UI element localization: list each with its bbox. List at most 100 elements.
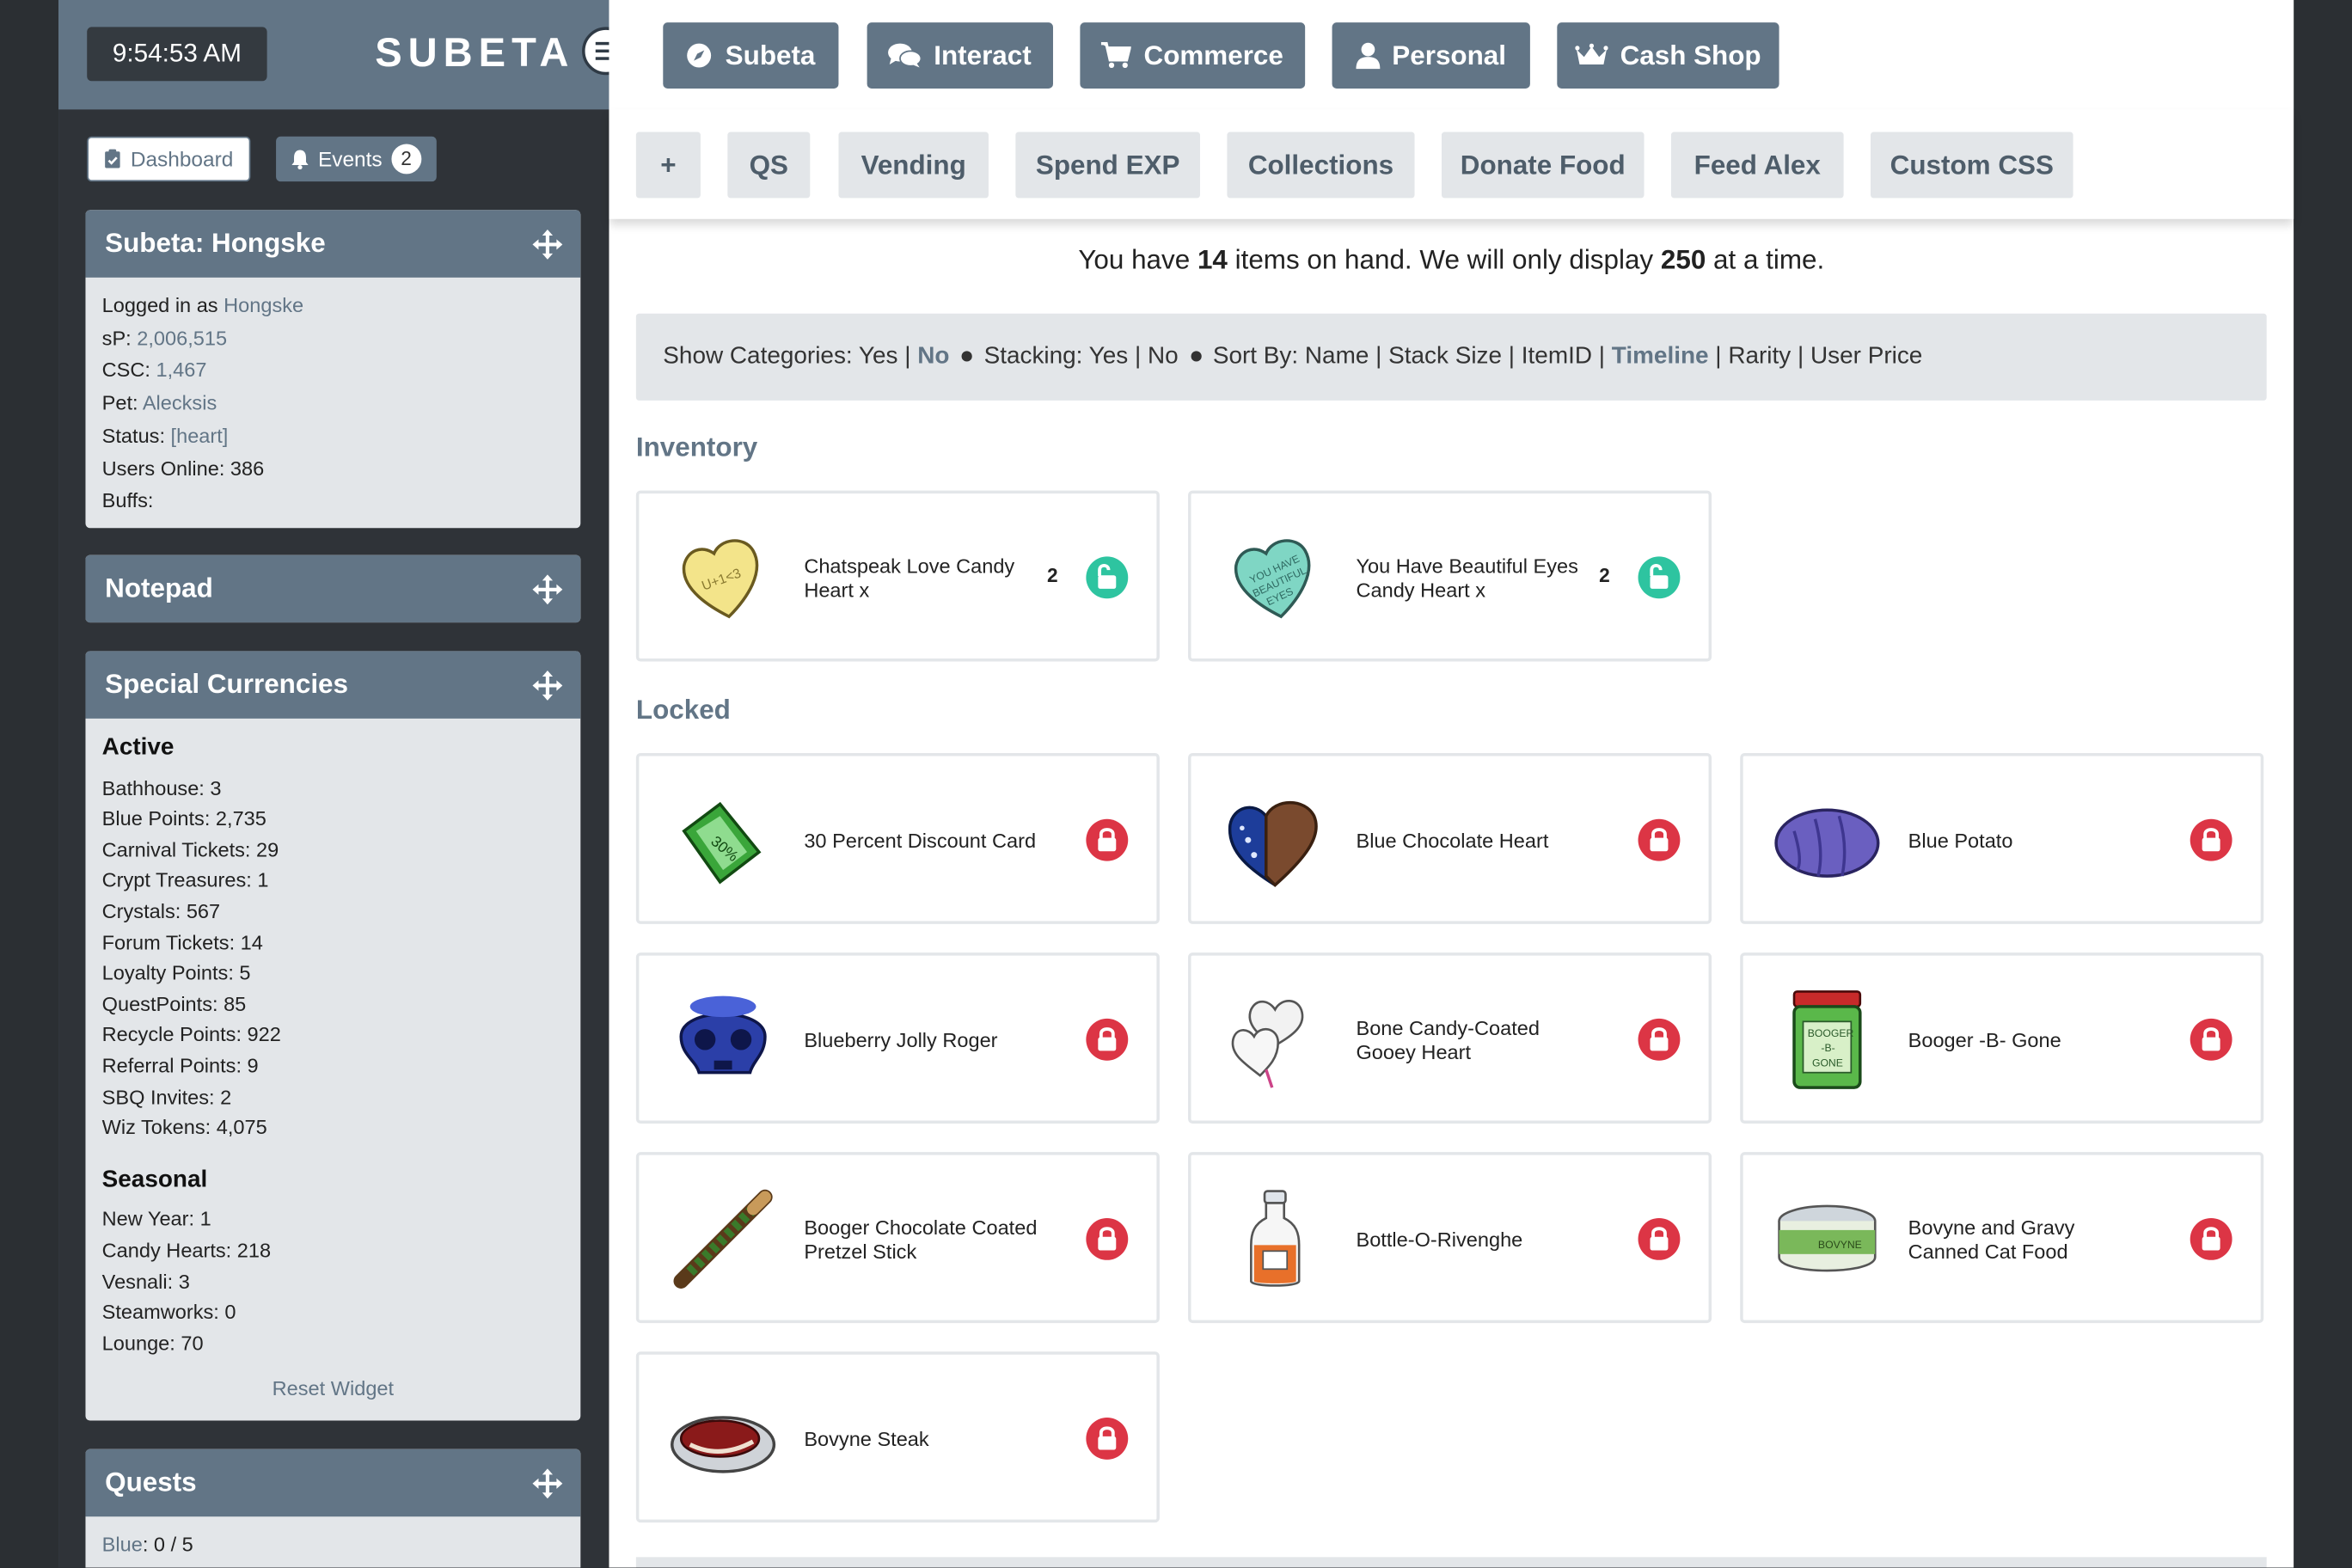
item-card[interactable]: Bone Candy-Coated Gooey Heart — [1188, 952, 1712, 1124]
locked-padlock-icon — [1650, 1027, 1669, 1051]
lock-button[interactable] — [1086, 1018, 1129, 1061]
chat-icon — [888, 43, 922, 68]
locked-padlock-icon — [2202, 1227, 2220, 1251]
csc-link[interactable]: 1,467 — [156, 359, 207, 382]
footer-bar — [635, 1557, 2267, 1568]
item-card[interactable]: BOVYNE Bovyne and Gravy Canned Cat Food — [1740, 1152, 2264, 1324]
lock-button[interactable] — [1638, 818, 1681, 861]
sp-row: sP: 2,006,515 — [101, 326, 228, 350]
events-count-badge: 2 — [391, 144, 422, 175]
item-card[interactable]: 30% 30 Percent Discount Card — [635, 752, 1160, 924]
lock-button[interactable] — [2190, 1217, 2233, 1260]
item-card[interactable]: Booger Chocolate Coated Pretzel Stick — [635, 1152, 1160, 1324]
separator-dot — [961, 351, 972, 363]
move-icon[interactable] — [532, 1468, 563, 1499]
show-categories-option[interactable]: Show Categories: Yes | — [663, 344, 917, 370]
subnav-add[interactable]: + — [635, 132, 701, 199]
item-name: Booger Chocolate Coated Pretzel Stick — [804, 1216, 1038, 1264]
subnav-feed-alex[interactable]: Feed Alex — [1670, 132, 1844, 199]
nav-label: Interact — [934, 40, 1032, 71]
active-currency-list: Bathhouse: 3 Blue Points: 2,735 Carnival T… — [102, 774, 564, 1144]
bone-hearts-icon — [1231, 1000, 1304, 1088]
currency-item: Forum Tickets: 14 — [101, 930, 263, 954]
subnav-donate-food[interactable]: Donate Food — [1441, 132, 1645, 199]
sp-link[interactable]: 2,006,515 — [137, 327, 227, 349]
dashboard-button[interactable]: Dashboard — [87, 136, 250, 182]
lock-button[interactable] — [1638, 1217, 1681, 1260]
currency-item: Referral Points: 9 — [101, 1054, 259, 1077]
item-card[interactable]: U+1<3 Chatspeak Love Candy Heart x 2 — [635, 490, 1160, 662]
sort-option-rest[interactable]: | Rarity | User Price — [1709, 344, 1922, 370]
nav-cash-shop[interactable]: Cash Shop — [1557, 22, 1779, 89]
currency-item: Steamworks: 0 — [101, 1301, 236, 1324]
nav-commerce[interactable]: Commerce — [1080, 22, 1306, 89]
seasonal-currency-list: New Year: 1 Candy Hearts: 218 Vesnali: 3 St… — [102, 1205, 564, 1360]
reset-widget-link[interactable]: Reset Widget — [102, 1375, 564, 1406]
events-button[interactable]: Events 2 — [276, 136, 437, 182]
quests-panel: Quests Blue: 0 / 5 — [85, 1449, 581, 1568]
locked-padlock-icon — [1650, 828, 1669, 852]
username-link[interactable]: Hongske — [224, 294, 303, 316]
nav-interact[interactable]: Interact — [867, 22, 1053, 89]
csc-row: CSC: 1,467 — [101, 358, 207, 382]
item-name: Bottle-O-Rivenghe — [1356, 1228, 1523, 1252]
move-icon[interactable] — [532, 229, 563, 260]
locked-padlock-icon — [2202, 828, 2220, 852]
item-card[interactable]: Bottle-O-Rivenghe — [1188, 1152, 1712, 1324]
quest-blue-link[interactable]: Blue — [102, 1533, 143, 1555]
currency-item: Crypt Treasures: 1 — [101, 869, 269, 892]
lock-button[interactable] — [1638, 1018, 1681, 1061]
item-name: You Have Beautiful Eyes Candy Heart x — [1356, 554, 1578, 602]
status-link[interactable]: [heart] — [171, 425, 229, 447]
events-label: Events — [317, 147, 383, 171]
svg-text:BOVYNE: BOVYNE — [1818, 1239, 1862, 1251]
discount-card-icon: 30% — [682, 801, 762, 885]
subnav-qs[interactable]: QS — [727, 132, 811, 199]
nav-label: Personal — [1392, 40, 1507, 71]
currency-item: Lounge: 70 — [101, 1332, 204, 1355]
item-quantity: 2 — [1047, 564, 1058, 587]
move-icon[interactable] — [532, 574, 563, 605]
item-name: 30 Percent Discount Card — [804, 829, 1037, 853]
page-gutter — [2294, 0, 2352, 1568]
sort-active[interactable]: Timeline — [1612, 344, 1709, 370]
nav-personal[interactable]: Personal — [1332, 22, 1530, 89]
item-name: Booger -B- Gone — [1908, 1029, 2061, 1052]
item-card[interactable]: Bovyne Steak — [635, 1351, 1160, 1523]
item-name: Chatspeak Love Candy Heart x — [804, 554, 1015, 602]
seasonal-heading: Seasonal — [101, 1167, 208, 1192]
lock-button[interactable] — [1086, 1217, 1129, 1260]
stacking-option[interactable]: Stacking: Yes | No — [984, 344, 1179, 370]
brand-logo[interactable]: SUBETA — [375, 30, 574, 77]
panel-header[interactable]: Notepad — [85, 554, 581, 623]
item-card[interactable]: Blue Chocolate Heart — [1188, 752, 1712, 924]
lock-button[interactable] — [2190, 818, 2233, 861]
subnav-collections[interactable]: Collections — [1227, 132, 1415, 199]
subnav-spend-exp[interactable]: Spend EXP — [1015, 132, 1200, 199]
inventory-notice: You have 14 items on hand. We will only … — [1078, 244, 1825, 275]
panel-header[interactable]: Subeta: Hongske — [85, 210, 581, 278]
lock-button[interactable] — [2190, 1018, 2233, 1061]
pet-link[interactable]: Alecksis — [143, 392, 217, 414]
lock-button[interactable] — [1086, 1418, 1129, 1460]
unlock-button[interactable] — [1638, 556, 1681, 599]
cat-food-can-icon: BOVYNE — [1778, 1204, 1877, 1272]
move-icon[interactable] — [532, 671, 563, 701]
sort-option[interactable]: Sort By: Name | Stack Size | ItemID | — [1213, 344, 1612, 370]
nav-subeta[interactable]: Subeta — [663, 22, 839, 89]
subnav-custom-css[interactable]: Custom CSS — [1871, 132, 2073, 199]
unlocked-padlock-icon — [1098, 563, 1117, 589]
lock-button[interactable] — [1086, 818, 1129, 861]
item-card[interactable]: BOOGER -B- GONE Booger -B- Gone — [1740, 952, 2264, 1124]
subnav-vending[interactable]: Vending — [838, 132, 989, 199]
show-categories-active[interactable]: No — [917, 344, 949, 370]
currencies-panel: Special Currencies Active Bathhouse: 3 Bl… — [85, 651, 581, 1421]
unlock-button[interactable] — [1086, 556, 1129, 599]
item-name: Blue Potato — [1908, 829, 2013, 853]
panel-header[interactable]: Special Currencies — [85, 651, 581, 719]
item-card[interactable]: Blue Potato — [1740, 752, 2264, 924]
item-card[interactable]: Blueberry Jolly Roger — [635, 952, 1160, 1124]
panel-header[interactable]: Quests — [85, 1449, 581, 1517]
steak-icon — [671, 1416, 776, 1473]
item-card[interactable]: YOU HAVE BEAUTIFUL EYES You Have Beautiful… — [1188, 490, 1712, 662]
